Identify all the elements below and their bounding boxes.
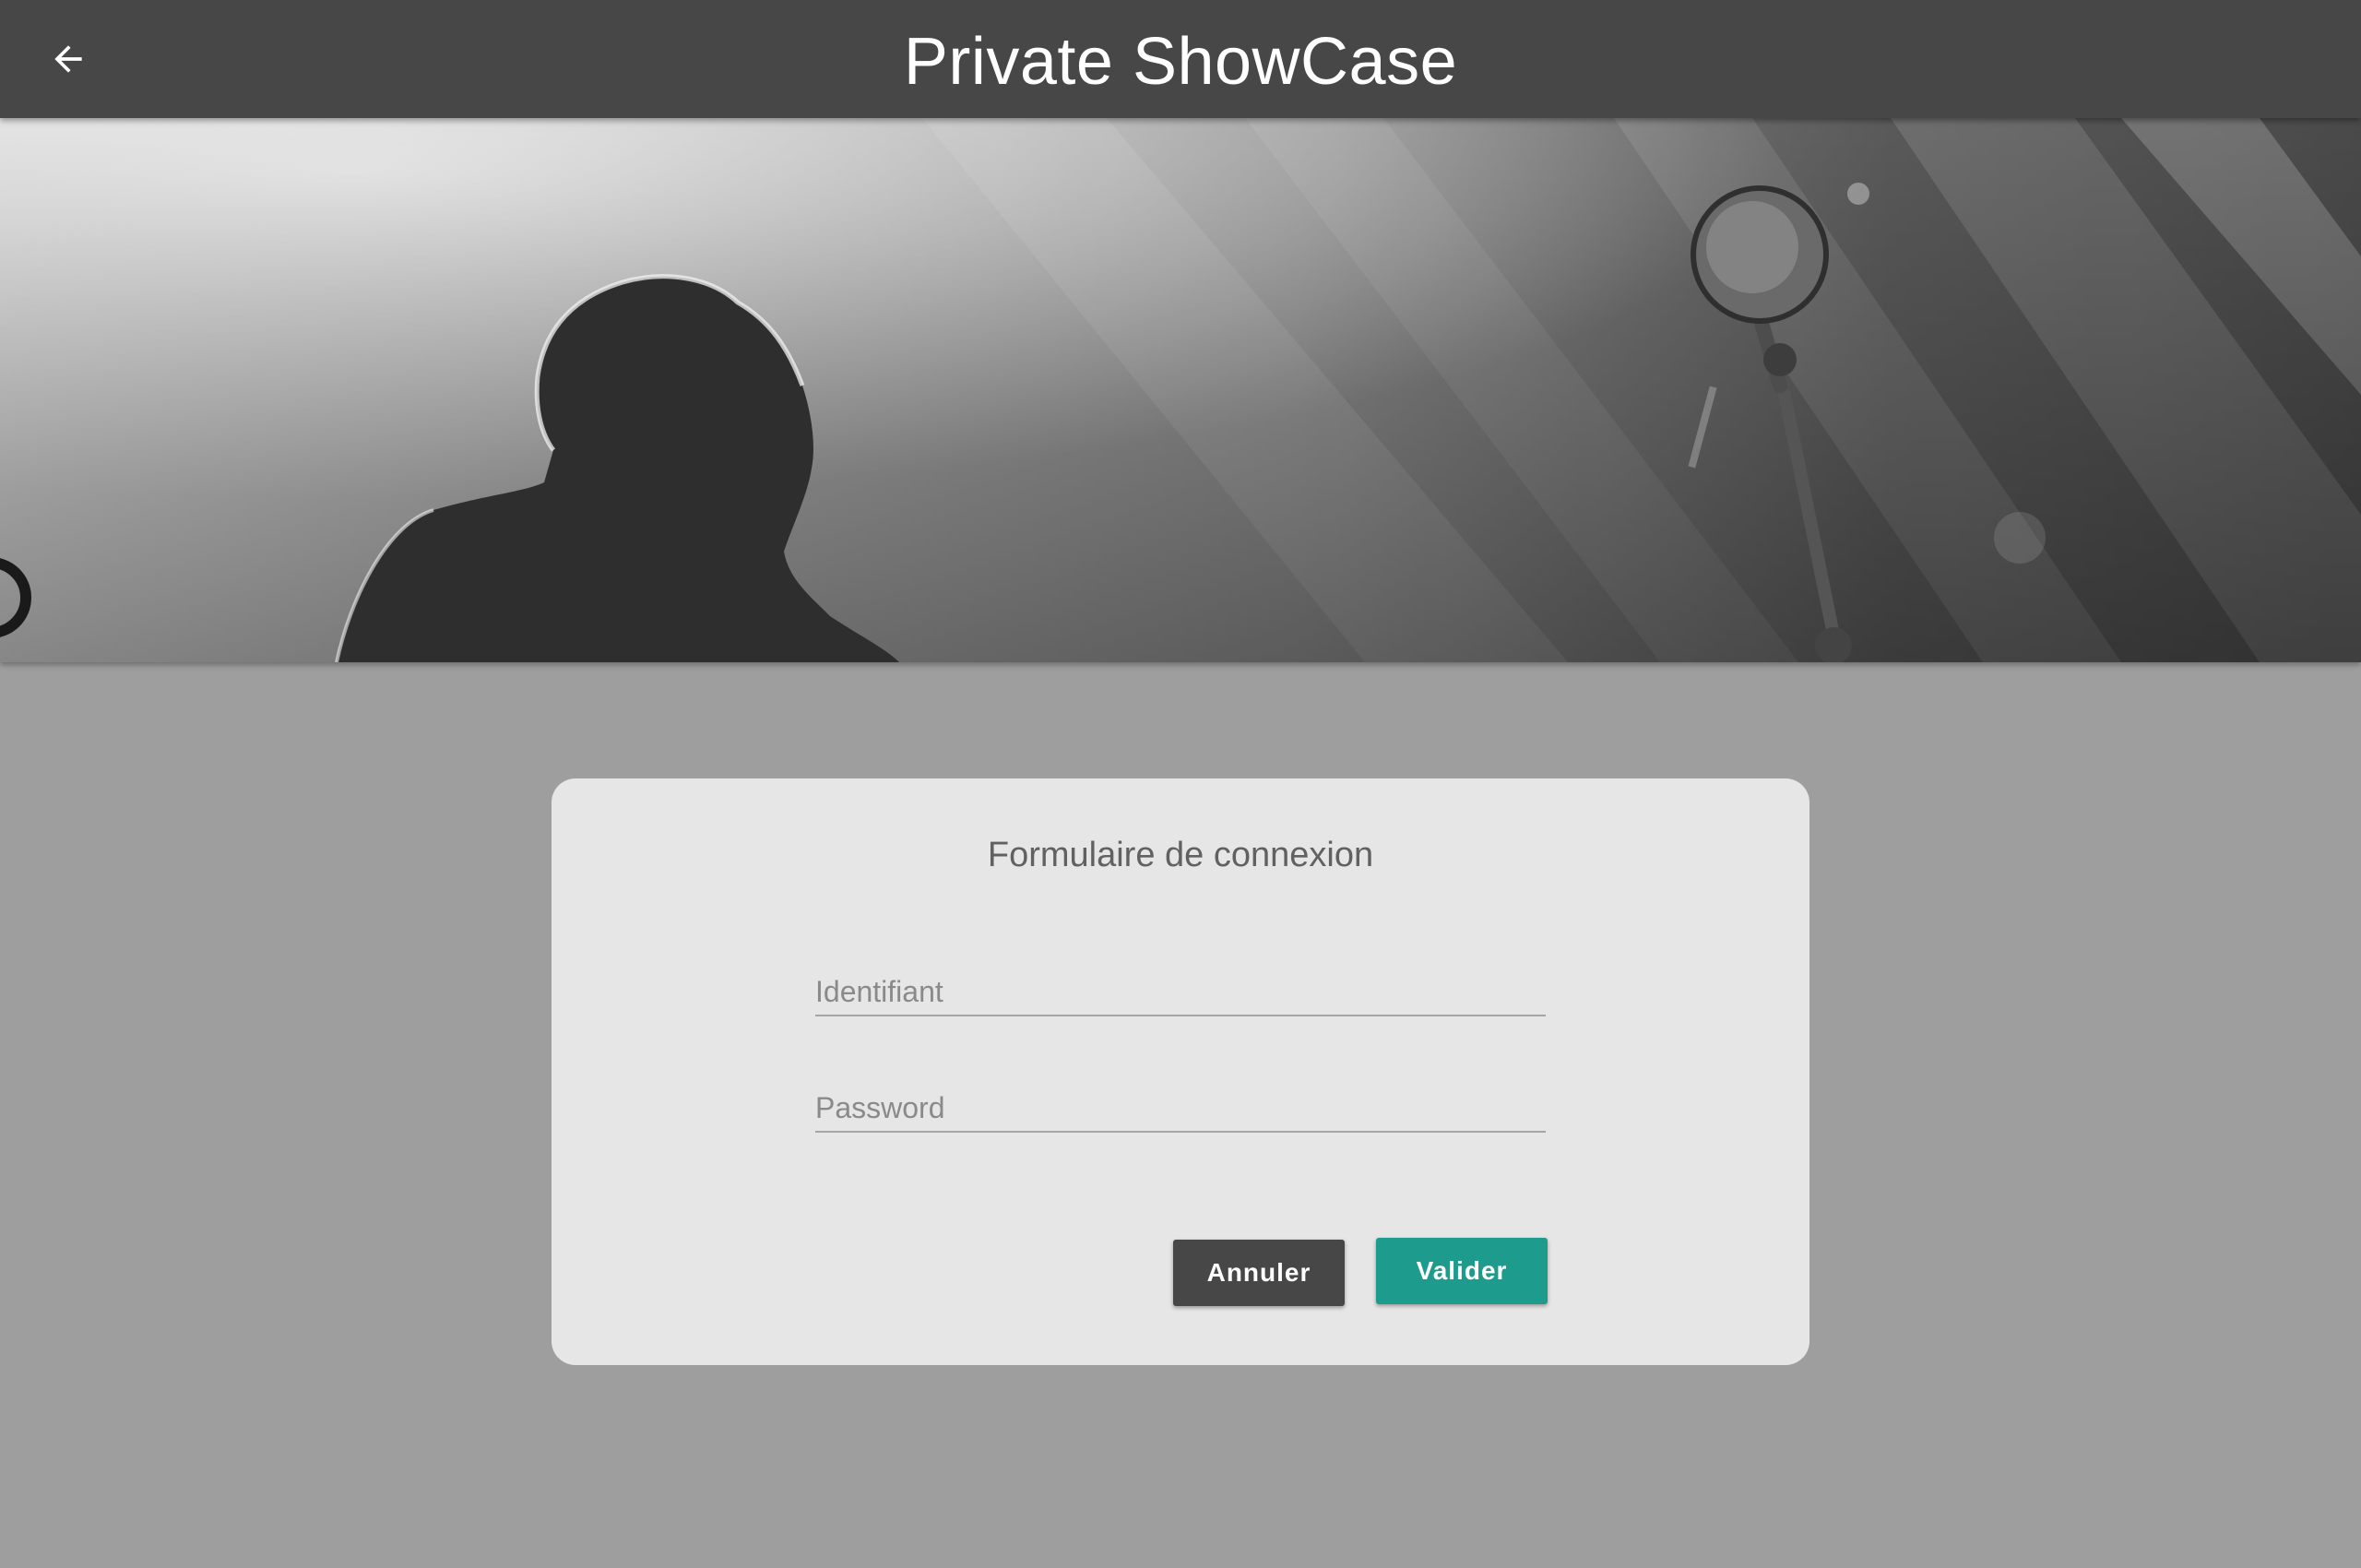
hero-banner-image [0, 118, 2361, 662]
username-input[interactable] [815, 975, 1546, 1009]
login-form-title: Formulaire de connexion [987, 836, 1374, 874]
app-bar: Private ShowCase [0, 0, 2361, 118]
password-input[interactable] [815, 1091, 1546, 1125]
password-field[interactable] [815, 1066, 1546, 1133]
cancel-button[interactable]: Annuler [1173, 1240, 1345, 1306]
username-field[interactable] [815, 950, 1546, 1016]
submit-button[interactable]: Valider [1376, 1238, 1548, 1304]
app-title: Private ShowCase [903, 25, 1458, 99]
